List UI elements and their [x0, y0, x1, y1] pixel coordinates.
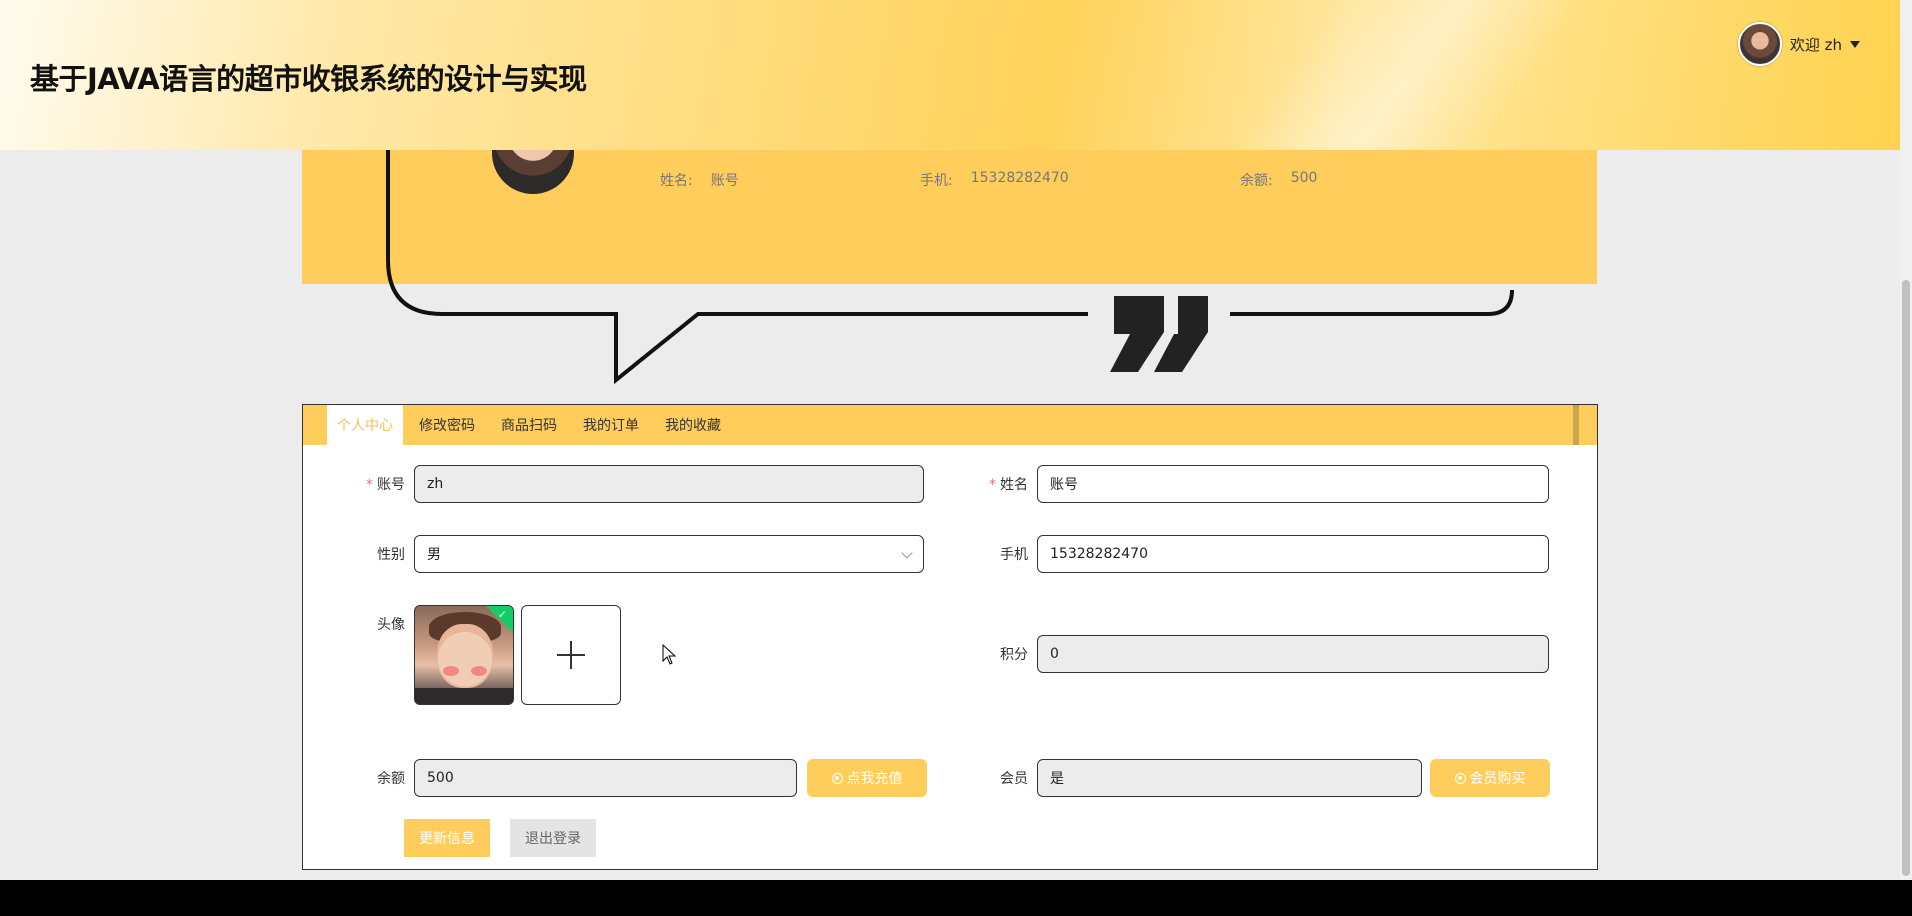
tab-my-favorites[interactable]: 我的收藏 [655, 405, 731, 445]
gender-value: 男 [427, 547, 441, 563]
banner-phone-label: 手机: [920, 173, 953, 189]
points-field[interactable]: 0 [1037, 635, 1549, 673]
tab-product-scan[interactable]: 商品扫码 [491, 405, 567, 445]
avatar-label: 头像 [377, 617, 405, 633]
member-field[interactable]: 是 [1037, 759, 1422, 797]
recharge-button[interactable]: 点我充值 [807, 759, 927, 797]
footer-bar [0, 880, 1912, 916]
record-icon [1454, 772, 1466, 784]
user-menu[interactable]: 欢迎 zh [1737, 22, 1860, 66]
quote-icon [1110, 296, 1208, 372]
banner-balance-value: 500 [1290, 170, 1318, 186]
banner-name-value: 账号 [710, 173, 739, 189]
avatar-thumbnail[interactable]: ✓ [414, 605, 514, 705]
caret-down-icon[interactable] [1850, 40, 1860, 48]
record-icon [831, 772, 843, 784]
banner-name: 姓名: 账号 [660, 170, 739, 190]
app-title: 基于JAVA语言的超市收银系统的设计与实现 [30, 62, 587, 96]
avatar-upload-button[interactable] [521, 605, 621, 705]
account-field[interactable]: zh [414, 465, 924, 503]
gender-select[interactable]: 男 [414, 535, 924, 573]
member-label: 会员 [1000, 771, 1028, 787]
user-avatar[interactable] [1737, 22, 1782, 66]
name-label: * 姓名 [989, 477, 1028, 493]
logout-button[interactable]: 退出登录 [510, 819, 596, 857]
profile-banner: 姓名: 账号 手机: 15328282470 余额: 500 [302, 130, 1597, 284]
recharge-label: 点我充值 [846, 771, 903, 787]
tab-change-password[interactable]: 修改密码 [409, 405, 485, 445]
welcome-text[interactable]: 欢迎 zh [1790, 34, 1842, 55]
gender-label: 性别 [377, 547, 405, 563]
check-icon: ✓ [497, 608, 507, 621]
mouse-cursor-icon [662, 644, 677, 665]
banner-name-label: 姓名: [660, 173, 693, 189]
points-label: 积分 [1000, 647, 1028, 663]
banner-balance: 余额: 500 [1240, 170, 1317, 190]
tab-my-orders[interactable]: 我的订单 [573, 405, 649, 445]
phone-label: 手机 [1000, 547, 1028, 563]
banner-phone-value: 15328282470 [970, 170, 1069, 186]
tab-scrollbar[interactable] [1573, 405, 1579, 445]
banner-balance-label: 余额: [1240, 173, 1273, 189]
balance-field[interactable]: 500 [414, 759, 797, 797]
update-info-button[interactable]: 更新信息 [404, 819, 490, 857]
plus-icon [557, 641, 585, 669]
top-header: 基于JAVA语言的超市收银系统的设计与实现 欢迎 zh [0, 0, 1912, 150]
tab-bar: 个人中心 修改密码 商品扫码 我的订单 我的收藏 [303, 405, 1597, 445]
chevron-down-icon [901, 547, 913, 559]
member-buy-label: 会员购买 [1469, 771, 1526, 787]
banner-phone: 手机: 15328282470 [920, 170, 1069, 190]
phone-field[interactable]: 15328282470 [1037, 535, 1549, 573]
profile-card: 个人中心 修改密码 商品扫码 我的订单 我的收藏 * 账号 zh * 姓名 账号 性… [302, 404, 1598, 870]
member-buy-button[interactable]: 会员购买 [1430, 759, 1550, 797]
page-scrollbar-thumb[interactable] [1902, 280, 1910, 876]
balance-label: 余额 [377, 771, 405, 787]
name-field[interactable]: 账号 [1037, 465, 1549, 503]
tab-personal-center[interactable]: 个人中心 [327, 405, 403, 445]
account-label: * 账号 [366, 477, 405, 493]
